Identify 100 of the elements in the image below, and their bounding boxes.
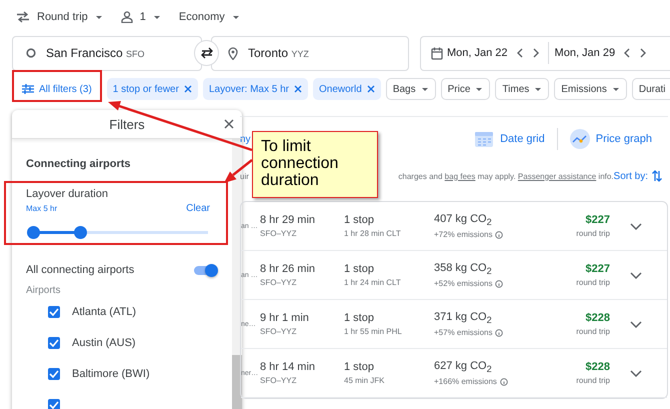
sort-button[interactable]: Sort by: bbox=[614, 170, 662, 182]
caret-icon bbox=[152, 14, 161, 20]
text-link[interactable]: Passenger assistance bbox=[518, 172, 596, 180]
close-icon bbox=[184, 85, 192, 93]
sliders-icon bbox=[22, 84, 34, 94]
sort-arrows-icon bbox=[652, 170, 662, 182]
price-text: $228 bbox=[586, 312, 610, 324]
filter-chip[interactable]: Price bbox=[440, 78, 490, 100]
toggle-switch[interactable] bbox=[194, 266, 216, 274]
emissions-text: 371 kg CO$_{2}$ bbox=[434, 310, 493, 326]
expand-button[interactable] bbox=[630, 272, 642, 278]
checkbox[interactable] bbox=[48, 336, 60, 348]
route-text: SFO–YYZ bbox=[260, 327, 298, 336]
price-graph-button[interactable]: Price graph bbox=[570, 129, 652, 149]
filter-chip[interactable]: Bags bbox=[386, 78, 436, 100]
toggle-label: All connecting airports bbox=[26, 264, 134, 276]
price-text: $227 bbox=[586, 263, 610, 275]
checkbox[interactable] bbox=[48, 306, 60, 318]
calendar-icon bbox=[431, 46, 443, 60]
chevron-left-icon bbox=[516, 48, 523, 58]
link-text[interactable]: ny bbox=[240, 134, 251, 144]
airport-label: Austin (AUS) bbox=[72, 336, 136, 348]
price-note: round trip bbox=[576, 229, 610, 238]
section-heading: Connecting airports bbox=[26, 158, 132, 172]
route-text: SFO–YYZ bbox=[260, 229, 298, 238]
emissions-text: 358 kg CO$_{2}$ bbox=[434, 262, 493, 276]
filter-chip[interactable]: Oneworld bbox=[313, 78, 381, 100]
filter-chip[interactable]: Emissions bbox=[554, 78, 627, 100]
info-icon bbox=[495, 280, 504, 288]
line-graph-icon bbox=[570, 129, 590, 149]
expand-button[interactable] bbox=[630, 320, 642, 328]
passengers-dropdown[interactable]: 1 bbox=[120, 11, 161, 23]
stops-text: 1 stop bbox=[344, 214, 375, 226]
emissions-change-text: +52% emissions bbox=[434, 279, 492, 288]
swap-button[interactable] bbox=[194, 40, 219, 66]
callout-note: To limit connection duration bbox=[252, 131, 378, 198]
caret-icon bbox=[232, 14, 240, 20]
chevron-down-icon bbox=[630, 320, 642, 328]
layover-label: Layover duration bbox=[26, 188, 109, 200]
airport-label: Atlanta (ATL) bbox=[72, 306, 136, 318]
filter-chip[interactable]: Layover: Max 5 hr bbox=[202, 78, 308, 100]
checkbox[interactable] bbox=[48, 398, 60, 409]
price-note: round trip bbox=[576, 376, 610, 385]
swap-arrows-icon bbox=[16, 11, 30, 23]
location-pin-icon bbox=[228, 46, 238, 60]
checkbox[interactable] bbox=[48, 368, 60, 380]
person-icon bbox=[120, 11, 133, 23]
chevron-left-icon bbox=[624, 48, 630, 58]
chevron-right-icon bbox=[640, 48, 646, 58]
price-note: round trip bbox=[576, 327, 610, 336]
caret-icon bbox=[420, 86, 429, 92]
stops-text: 1 stop bbox=[344, 263, 375, 275]
emissions-text: 407 kg CO$_{2}$ bbox=[434, 212, 493, 228]
expand-button[interactable] bbox=[630, 370, 642, 376]
chevron-down-icon bbox=[630, 370, 642, 376]
close-icon bbox=[224, 119, 234, 129]
cabin-class-dropdown[interactable]: Economy bbox=[178, 11, 240, 23]
filter-chip[interactable]: 1 stop or fewer bbox=[106, 78, 198, 100]
emissions-change-text: +72% emissions bbox=[434, 230, 492, 240]
duration-text: 9 hr 1 min bbox=[260, 312, 310, 324]
close-icon bbox=[294, 85, 302, 93]
info-icon bbox=[495, 328, 504, 337]
layover-text: 1 hr 24 min CLT bbox=[344, 278, 402, 287]
filter-chip[interactable]: Durati bbox=[632, 78, 670, 100]
clear-button[interactable]: Clear bbox=[186, 203, 210, 214]
chevron-down-icon bbox=[630, 222, 642, 230]
price-text: $227 bbox=[586, 214, 610, 226]
layover-text: 45 min JFK bbox=[344, 376, 386, 385]
chevron-down-icon bbox=[630, 272, 642, 278]
emissions-change-text: +166% emissions bbox=[434, 377, 497, 386]
layover-text: 1 hr 55 min PHL bbox=[344, 327, 403, 336]
route-text: SFO–YYZ bbox=[260, 278, 298, 287]
close-icon bbox=[366, 85, 375, 93]
destination-field[interactable]: Toronto YYZ bbox=[211, 36, 409, 70]
emissions-change-text: +57% emissions bbox=[434, 328, 492, 338]
stops-text: 1 stop bbox=[344, 312, 375, 324]
filter-chip[interactable]: Times bbox=[495, 78, 550, 100]
info-icon bbox=[500, 378, 508, 386]
all-filters-button[interactable]: All filters (3) bbox=[12, 78, 100, 100]
layover-value: Max 5 hr bbox=[26, 204, 58, 213]
date-grid-button[interactable]: Date grid bbox=[474, 130, 545, 148]
date-field[interactable]: Mon, Jan 22 Mon, Jan 29 bbox=[420, 36, 670, 70]
trip-type-dropdown[interactable]: Round trip bbox=[16, 11, 103, 23]
caret-icon bbox=[534, 86, 542, 92]
duration-text: 8 hr 26 min bbox=[260, 263, 316, 275]
chevron-right-icon bbox=[532, 48, 539, 58]
caret-icon bbox=[475, 86, 484, 92]
price-note: round trip bbox=[576, 278, 610, 287]
emissions-text: 627 kg CO$_{2}$ bbox=[434, 360, 493, 374]
stops-text: 1 stop bbox=[344, 361, 375, 373]
panel-title: Filters bbox=[109, 116, 145, 132]
calendar-grid-icon bbox=[474, 130, 494, 148]
expand-button[interactable] bbox=[630, 222, 642, 230]
price-text: $228 bbox=[586, 361, 610, 373]
caret-icon bbox=[94, 14, 103, 20]
duration-text: 8 hr 29 min bbox=[260, 214, 316, 226]
text-link[interactable]: bag fees bbox=[444, 172, 476, 180]
airport-label: Baltimore (BWI) bbox=[72, 368, 150, 380]
info-icon bbox=[495, 230, 504, 239]
arrow bbox=[224, 159, 253, 183]
